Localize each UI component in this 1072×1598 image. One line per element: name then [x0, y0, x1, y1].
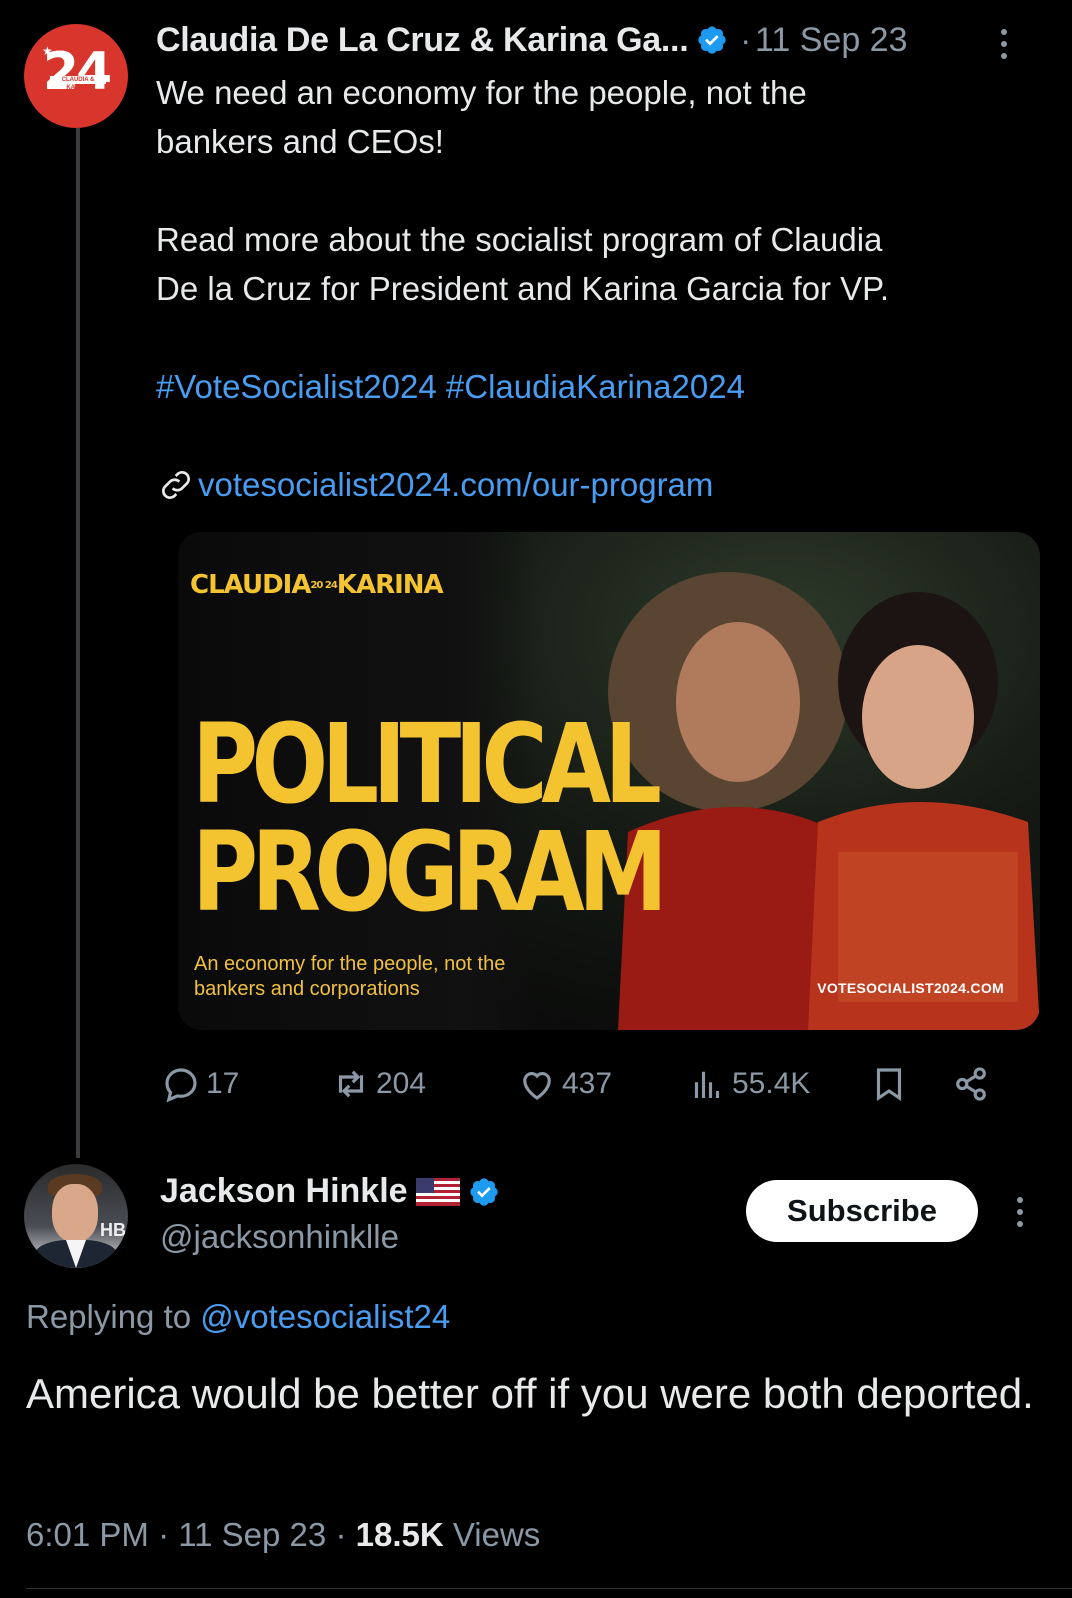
separator-dot: ·: [740, 21, 751, 58]
tweet1-link[interactable]: votesocialist2024.com/our-program: [198, 460, 713, 509]
tweet2-body: America would be better off if you were …: [26, 1370, 1034, 1417]
avatar-subtitle: CLAUDIA & KARINA: [50, 76, 106, 91]
avatar-claudia-karina[interactable]: ★ 24 CLAUDIA & KARINA: [24, 24, 128, 128]
like-button[interactable]: 437: [516, 1060, 612, 1108]
tweet2-header: Jackson Hinkle: [160, 1172, 500, 1211]
tweet1-display-name[interactable]: Claudia De La Cruz & Karina Ga...: [156, 21, 689, 60]
card-headline: POLITICAL PROGRAM: [192, 700, 668, 936]
like-count: 437: [562, 1067, 613, 1100]
avatar-number: 24: [42, 42, 112, 102]
tweet2-views-count: 18.5K: [355, 1516, 444, 1553]
more-icon[interactable]: [1014, 1192, 1026, 1232]
divider: [26, 1588, 1072, 1589]
avatar-jackson-hinkle[interactable]: HB: [24, 1164, 128, 1268]
link-icon: [162, 470, 190, 499]
bookmark-icon: [876, 1068, 902, 1101]
media-card[interactable]: CLAUDIA20 24KARINA POLITICAL PROGRAM An …: [178, 532, 1040, 1030]
repost-count: 204: [376, 1067, 427, 1100]
tweet2-handle[interactable]: @jacksonhinklle: [160, 1218, 399, 1256]
tweet2-date[interactable]: 11 Sep 23: [178, 1516, 326, 1553]
reply-count: 17: [206, 1067, 240, 1100]
views-icon: [694, 1071, 720, 1098]
more-icon[interactable]: [998, 24, 1010, 64]
tweet1-header: Claudia De La Cruz & Karina Ga... · 11 S…: [156, 18, 908, 62]
share-button[interactable]: [950, 1060, 992, 1108]
tweet1-body: We need an economy for the people, not t…: [156, 68, 1026, 509]
tweet2-meta: 6:01 PM · 11 Sep 23 · 18.5K Views: [26, 1516, 541, 1553]
avatar-face: [52, 1184, 98, 1242]
verified-badge-icon: [469, 1177, 498, 1206]
views-count: 55.4K: [732, 1067, 811, 1100]
verified-badge-icon: [698, 26, 727, 54]
tweet2-time[interactable]: 6:01 PM: [26, 1516, 149, 1553]
tweet2-display-name[interactable]: Jackson Hinkle: [160, 1172, 408, 1211]
tweet1-date[interactable]: 11 Sep 23: [755, 21, 908, 60]
tweet2-views-label: Views: [452, 1516, 541, 1553]
like-icon: [523, 1072, 551, 1100]
us-flag-icon: [415, 1177, 460, 1206]
thread-connector-line: [76, 128, 80, 1158]
repost-button[interactable]: 204: [330, 1060, 426, 1108]
replying-to: Replying to @votesocialist24: [26, 1298, 451, 1335]
card-brand: CLAUDIA20 24KARINA: [190, 570, 444, 600]
views-button[interactable]: 55.4K: [686, 1060, 810, 1108]
tweet1-action-bar: 17 204 437 55.4K: [160, 1060, 1020, 1108]
tweet1-text-paragraph-1: We need an economy for the people, not t…: [156, 74, 807, 160]
tweet1-text-paragraph-2: Read more about the socialist program of…: [156, 221, 890, 307]
card-tagline: An economy for the people, not the banke…: [194, 953, 506, 1000]
replying-to-handle[interactable]: @votesocialist24: [200, 1298, 450, 1335]
avatar-monogram: HB: [100, 1220, 126, 1240]
tweet1-hashtags[interactable]: #VoteSocialist2024 #ClaudiaKarina2024: [156, 362, 1026, 411]
subscribe-button[interactable]: Subscribe: [746, 1180, 978, 1242]
bookmark-button[interactable]: [868, 1060, 910, 1108]
card-url: VOTESOCIALIST2024.COM: [817, 980, 1004, 996]
reply-button[interactable]: 17: [160, 1060, 239, 1108]
repost-icon: [338, 1070, 364, 1098]
share-icon: [956, 1067, 986, 1101]
reply-icon: [165, 1068, 197, 1103]
